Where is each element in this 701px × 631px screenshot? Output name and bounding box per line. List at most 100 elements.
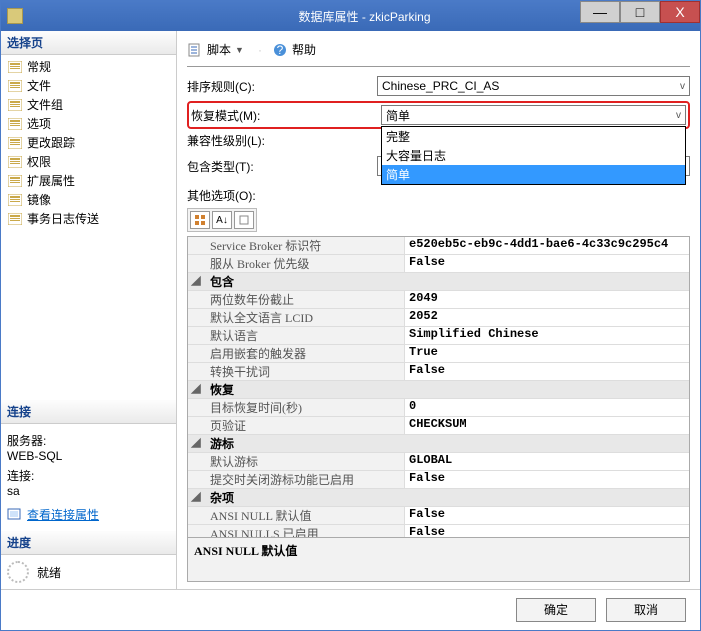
- prop-name: 服从 Broker 优先级: [204, 255, 404, 272]
- nav-item-files[interactable]: 文件: [1, 76, 176, 95]
- minimize-button[interactable]: —: [580, 1, 620, 23]
- toolbar: 脚本 ▼ · ? 帮助: [187, 37, 690, 67]
- propgrid-row[interactable]: 目标恢复时间(秒)0: [188, 399, 689, 417]
- nav-label: 权限: [27, 153, 51, 170]
- collapse-icon: ◢: [188, 273, 204, 290]
- nav-label: 更改跟踪: [27, 134, 75, 151]
- prop-value[interactable]: 2052: [404, 309, 689, 326]
- nav-label: 文件组: [27, 96, 63, 113]
- collation-row: 排序规则(C): Chinese_PRC_CI_AS v: [187, 75, 690, 97]
- help-button[interactable]: ? 帮助: [272, 41, 316, 58]
- propgrid-category[interactable]: ◢杂项: [188, 489, 689, 507]
- prop-name: 游标: [204, 435, 404, 452]
- prop-name: 默认语言: [204, 327, 404, 344]
- prop-value[interactable]: False: [404, 507, 689, 524]
- prop-value[interactable]: 0: [404, 399, 689, 416]
- cancel-button[interactable]: 取消: [606, 598, 686, 622]
- contain-label: 包含类型(T):: [187, 158, 377, 175]
- nav-item-permissions[interactable]: 权限: [1, 152, 176, 171]
- prop-value[interactable]: CHECKSUM: [404, 417, 689, 434]
- propgrid-row[interactable]: 服从 Broker 优先级False: [188, 255, 689, 273]
- ok-button[interactable]: 确定: [516, 598, 596, 622]
- prop-value[interactable]: e520eb5c-eb9c-4dd1-bae6-4c33c9c295c4: [404, 237, 689, 254]
- nav-item-mirroring[interactable]: 镜像: [1, 190, 176, 209]
- nav-label: 镜像: [27, 191, 51, 208]
- propgrid-row[interactable]: ANSI NULLS 已启用False: [188, 525, 689, 538]
- left-panel: 选择页 常规 文件 文件组 选项 更改跟踪 权限 扩展属性 镜像 事务日志传送 …: [1, 31, 177, 589]
- right-panel: 脚本 ▼ · ? 帮助 排序规则(C): Chinese_PRC_CI_AS v…: [177, 31, 700, 589]
- propgrid-row[interactable]: 启用嵌套的触发器True: [188, 345, 689, 363]
- blank: [188, 255, 204, 272]
- prop-name: 默认全文语言 LCID: [204, 309, 404, 326]
- prop-value[interactable]: False: [404, 471, 689, 488]
- blank: [188, 345, 204, 362]
- nav-item-general[interactable]: 常规: [1, 57, 176, 76]
- chevron-down-icon: ▼: [235, 45, 244, 55]
- recovery-option-simple[interactable]: 简单: [382, 165, 685, 184]
- prop-value[interactable]: GLOBAL: [404, 453, 689, 470]
- property-grid[interactable]: Service Broker 标识符e520eb5c-eb9c-4dd1-bae…: [187, 236, 690, 538]
- nav-item-filegroups[interactable]: 文件组: [1, 95, 176, 114]
- page-icon: [7, 174, 23, 188]
- propgrid-row[interactable]: 默认全文语言 LCID2052: [188, 309, 689, 327]
- page-icon: [7, 193, 23, 207]
- alphabetical-button[interactable]: A↓: [212, 211, 232, 229]
- prop-name: 提交时关闭游标功能已启用: [204, 471, 404, 488]
- blank: [188, 471, 204, 488]
- prop-name: 默认游标: [204, 453, 404, 470]
- nav-list: 常规 文件 文件组 选项 更改跟踪 权限 扩展属性 镜像 事务日志传送: [1, 55, 176, 230]
- prop-name: 杂项: [204, 489, 404, 506]
- blank: [188, 417, 204, 434]
- prop-name: 两位数年份截止: [204, 291, 404, 308]
- categorized-button[interactable]: [190, 211, 210, 229]
- prop-value[interactable]: 2049: [404, 291, 689, 308]
- prop-name: 转换干扰词: [204, 363, 404, 380]
- propgrid-category[interactable]: ◢恢复: [188, 381, 689, 399]
- collapse-icon: ◢: [188, 381, 204, 398]
- propgrid-category[interactable]: ◢包含: [188, 273, 689, 291]
- script-button[interactable]: 脚本 ▼: [187, 41, 244, 58]
- close-button[interactable]: X: [660, 1, 700, 23]
- page-icon: [7, 98, 23, 112]
- page-icon: [7, 212, 23, 226]
- blank: [188, 507, 204, 524]
- recovery-option-full[interactable]: 完整: [382, 127, 685, 146]
- recovery-select[interactable]: 简单 v: [381, 105, 686, 125]
- connection-header: 连接: [1, 400, 176, 424]
- server-label: 服务器:: [7, 432, 170, 449]
- nav-item-logship[interactable]: 事务日志传送: [1, 209, 176, 228]
- propgrid-row[interactable]: 提交时关闭游标功能已启用False: [188, 471, 689, 489]
- nav-item-options[interactable]: 选项: [1, 114, 176, 133]
- prop-value[interactable]: False: [404, 525, 689, 538]
- propgrid-row[interactable]: 两位数年份截止2049: [188, 291, 689, 309]
- propgrid-row[interactable]: 转换干扰词False: [188, 363, 689, 381]
- svg-text:?: ?: [277, 43, 284, 57]
- prop-value[interactable]: Simplified Chinese: [404, 327, 689, 344]
- nav-label: 扩展属性: [27, 172, 75, 189]
- blank: [188, 327, 204, 344]
- nav-label: 事务日志传送: [27, 210, 99, 227]
- prop-value[interactable]: True: [404, 345, 689, 362]
- nav-item-extprops[interactable]: 扩展属性: [1, 171, 176, 190]
- recovery-option-bulk[interactable]: 大容量日志: [382, 146, 685, 165]
- prop-value[interactable]: False: [404, 363, 689, 380]
- progress-block: 就绪: [1, 555, 176, 589]
- property-description: ANSI NULL 默认值: [187, 538, 690, 582]
- propgrid-row[interactable]: 页验证CHECKSUM: [188, 417, 689, 435]
- propgrid-row[interactable]: Service Broker 标识符e520eb5c-eb9c-4dd1-bae…: [188, 237, 689, 255]
- propgrid-row[interactable]: 默认语言Simplified Chinese: [188, 327, 689, 345]
- propgrid-pages-button[interactable]: [234, 211, 254, 229]
- nav-item-changetracking[interactable]: 更改跟踪: [1, 133, 176, 152]
- help-icon: ?: [272, 42, 288, 58]
- propgrid-row[interactable]: ANSI NULL 默认值False: [188, 507, 689, 525]
- maximize-button[interactable]: □: [620, 1, 660, 23]
- propgrid-toolbar: A↓: [187, 208, 257, 232]
- prop-value[interactable]: False: [404, 255, 689, 272]
- propgrid-row[interactable]: 默认游标GLOBAL: [188, 453, 689, 471]
- blank: [188, 453, 204, 470]
- collation-select[interactable]: Chinese_PRC_CI_AS v: [377, 76, 690, 96]
- script-icon: [187, 42, 203, 58]
- propgrid-category[interactable]: ◢游标: [188, 435, 689, 453]
- blank: [188, 399, 204, 416]
- view-connection-link[interactable]: 查看连接属性: [7, 506, 170, 523]
